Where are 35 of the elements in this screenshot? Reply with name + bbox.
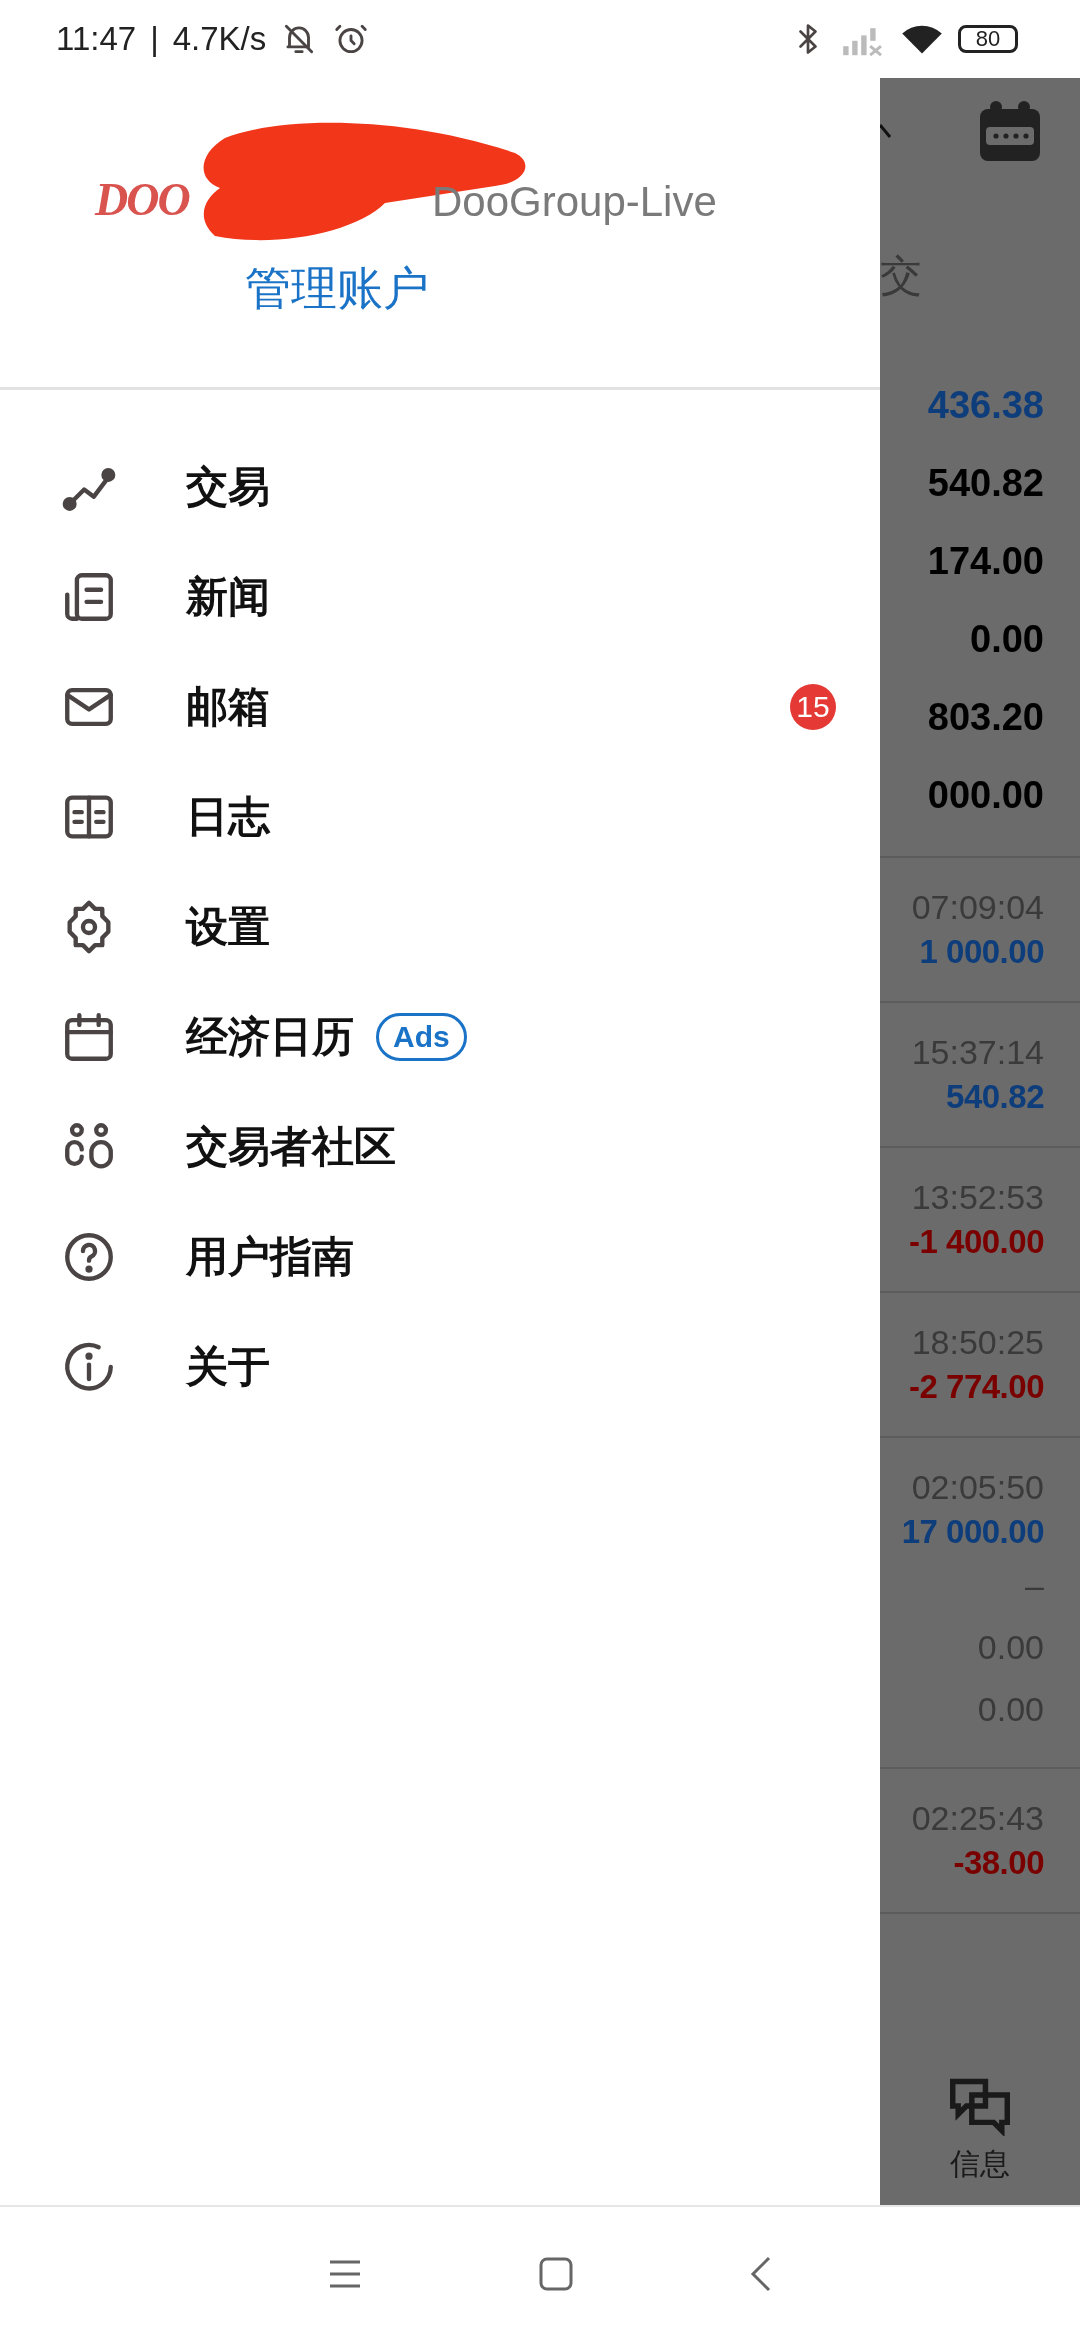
manage-account-link[interactable]: 管理账户 (245, 258, 429, 320)
amount-value: 540.82 (927, 461, 1044, 505)
amount-value: 803.20 (927, 695, 1044, 739)
deal-amount: 17 000.00 (901, 1513, 1044, 1551)
detail-value: – (1025, 1565, 1044, 1605)
amount-value: 174.00 (927, 539, 1044, 583)
menu-icon[interactable] (328, 2258, 363, 2289)
home-icon[interactable] (539, 2256, 573, 2291)
logo: DOO (95, 173, 189, 226)
amount-value: 0.00 (970, 617, 1044, 661)
deal-amount: 1 000.00 (919, 933, 1044, 971)
menu-item[interactable]: 邮箱 (186, 679, 270, 735)
deal-amount: 540.82 (946, 1078, 1044, 1116)
ads-tag: Ads (376, 1013, 467, 1061)
menu-item[interactable]: 设置 (186, 899, 270, 955)
menu-item[interactable]: 新闻 (186, 569, 270, 625)
back-icon[interactable] (749, 2255, 772, 2292)
amount-value: 000.00 (927, 773, 1044, 817)
menu-item[interactable]: 日志 (186, 789, 270, 845)
amount-value: 436.38 (927, 383, 1044, 427)
server-name: DooGroup-Live (432, 178, 717, 226)
network-speed: 4.7K/s (172, 20, 267, 58)
deal-amount: -1 400.00 (909, 1223, 1044, 1261)
separator: | (150, 20, 159, 58)
deal-amount: -38.00 (953, 1844, 1044, 1882)
battery-icon: 80 (958, 25, 1018, 53)
menu-item[interactable]: 交易 (186, 459, 270, 515)
menu-item[interactable]: 经济日历 (186, 1009, 354, 1065)
menu-item[interactable]: 交易者社区 (186, 1119, 396, 1175)
clock: 11:47 (56, 20, 137, 58)
menu-item[interactable]: 用户指南 (186, 1229, 354, 1285)
calendar-icon[interactable] (978, 101, 1042, 163)
unread-badge: 15 (790, 684, 836, 730)
deal-amount: -2 774.00 (909, 1368, 1044, 1406)
menu-item[interactable]: 关于 (186, 1339, 270, 1395)
